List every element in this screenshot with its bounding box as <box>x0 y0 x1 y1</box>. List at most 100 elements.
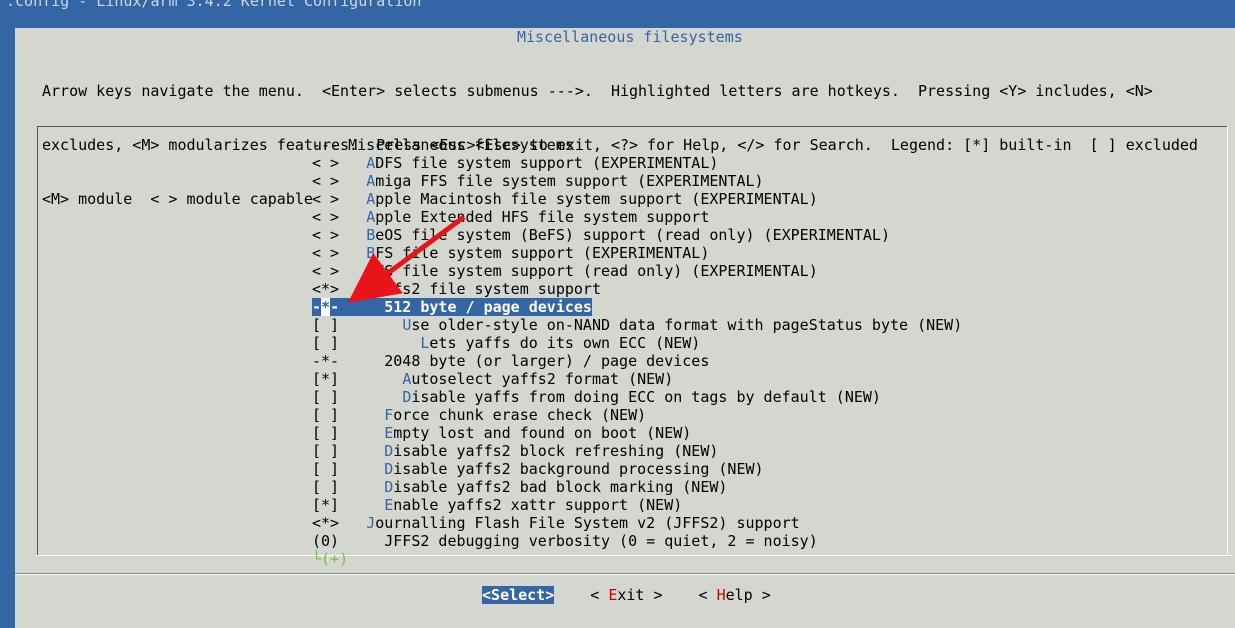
button-prefix: < <box>590 586 609 604</box>
menu-item-label: isable yaffs2 background processing (NEW… <box>393 460 764 478</box>
menu-box-bottom-edge <box>37 555 1232 556</box>
menu-item-label: pple Macintosh file system support (EXPE… <box>375 190 818 208</box>
menu-item-hotkey: y <box>366 280 376 298</box>
menu-item-label: isable yaffs2 bad block marking (NEW) <box>393 478 728 496</box>
menu-item[interactable]: [ ] Disable yaffs2 bad block marking (NE… <box>312 478 962 496</box>
menu-item[interactable]: --- Miscellaneous filesystems <box>312 136 962 154</box>
menu-item[interactable]: [ ] Force chunk erase check (NEW) <box>312 406 962 424</box>
menu-item[interactable]: < > BFS file system support (EXPERIMENTA… <box>312 244 962 262</box>
menu-item-state[interactable]: [ ] <box>312 460 339 478</box>
menuconfig-dialog: Miscellaneous filesystems Arrow keys nav… <box>15 28 1235 628</box>
button-suffix: > <box>752 586 771 604</box>
menu-item-label: FS file system support (EXPERIMENTAL) <box>375 244 710 262</box>
menu-item[interactable]: < > EFS file system support (read only) … <box>312 262 962 280</box>
menu-item-hotkey: U <box>402 316 412 334</box>
menu-item-state[interactable]: <*> <box>312 280 339 298</box>
menu-item-state[interactable]: [ ] <box>312 406 339 424</box>
menu-box-right-edge <box>1227 126 1228 556</box>
button-hotkey: S <box>491 586 501 604</box>
menu-item-state[interactable]: [*] <box>312 370 339 388</box>
menu-item-hotkey: J <box>366 514 376 532</box>
window-title: .config - Linux/arm 3.4.2 Kernel Configu… <box>6 0 422 10</box>
menu-item-hotkey: B <box>366 244 376 262</box>
menu-item[interactable]: [ ] Lets yaffs do its own ECC (NEW) <box>312 334 962 352</box>
menu-item-indent <box>339 244 366 262</box>
menu-item-hotkey: D <box>384 460 394 478</box>
menu-item-state[interactable]: <*> <box>312 514 339 532</box>
menu-item-indent <box>339 496 384 514</box>
menu-item-state[interactable]: < > <box>312 190 339 208</box>
menu-item[interactable]: [*] Enable yaffs2 xattr support (NEW) <box>312 496 962 514</box>
menu-item-label: DFS file system support (EXPERIMENTAL) <box>375 154 719 172</box>
button-help[interactable]: < Help > <box>699 586 771 604</box>
menu-item-state[interactable]: (0) <box>312 532 339 550</box>
menu-item-hotkey: A <box>366 154 376 172</box>
menu-item-state[interactable]: --- <box>312 136 339 154</box>
menu-item-state[interactable]: [ ] <box>312 478 339 496</box>
menu-item-indent <box>339 352 384 370</box>
menu-item-state[interactable]: < > <box>312 208 339 226</box>
menu-item[interactable]: < > BeOS file system (BeFS) support (rea… <box>312 226 962 244</box>
menu-item-state[interactable]: [ ] <box>312 316 339 334</box>
menu-item[interactable]: [ ] Disable yaffs2 block refreshing (NEW… <box>312 442 962 460</box>
menu-item-hotkey: B <box>366 226 376 244</box>
more-items-indicator: └(+) <box>312 550 349 568</box>
menu-item-indent <box>339 316 402 334</box>
menu-item-state[interactable]: < > <box>312 244 339 262</box>
menu-item[interactable]: [ ] Empty lost and found on boot (NEW) <box>312 424 962 442</box>
menu-item-label: 2048 byte (or larger) / page devices <box>384 352 710 370</box>
button-select[interactable]: <Select> <box>482 586 555 604</box>
menu-item-indent <box>339 208 366 226</box>
button-prefix: < <box>482 586 492 604</box>
menu-item-state[interactable]: < > <box>312 226 339 244</box>
button-exit[interactable]: < Exit > <box>590 586 662 604</box>
menu-item-state[interactable]: < > <box>312 154 339 172</box>
menu-item-state[interactable]: -*- <box>312 298 339 316</box>
help-line: Arrow keys navigate the menu. <Enter> se… <box>42 82 1153 100</box>
button-hotkey: H <box>716 586 726 604</box>
menu-item-label: 512 byte / page devices <box>384 298 592 316</box>
menu-item[interactable]: [ ] Disable yaffs2 background processing… <box>312 460 962 478</box>
button-rest: xit <box>617 586 645 604</box>
menu-item-label: nable yaffs2 xattr support (NEW) <box>393 496 683 514</box>
button-hotkey: E <box>608 586 618 604</box>
menu-item[interactable]: (0) JFFS2 debugging verbosity (0 = quiet… <box>312 532 962 550</box>
menu-item[interactable]: < > Apple Macintosh file system support … <box>312 190 962 208</box>
divider <box>15 574 1235 575</box>
menu-item-label: JFFS2 debugging verbosity (0 = quiet, 2 … <box>384 532 818 550</box>
menu-item-state[interactable]: < > <box>312 172 339 190</box>
menu-item[interactable]: < > ADFS file system support (EXPERIMENT… <box>312 154 962 172</box>
button-prefix: < <box>698 586 717 604</box>
button-rest: elp <box>725 586 753 604</box>
menu-item[interactable]: <*> yaffs2 file system support <box>312 280 962 298</box>
menu-item-indent <box>339 136 348 154</box>
menu-item-indent <box>339 532 384 550</box>
menu-item-indent <box>339 226 366 244</box>
menu-item-indent <box>339 280 366 298</box>
menu-item[interactable]: [*] Autoselect yaffs2 format (NEW) <box>312 370 962 388</box>
menu-item-indent <box>339 262 366 280</box>
menu-item-state[interactable]: [ ] <box>312 424 339 442</box>
menu-item-state[interactable]: -*- <box>312 352 339 370</box>
menu-item[interactable]: < > Amiga FFS file system support (EXPER… <box>312 172 962 190</box>
menu-item-indent <box>339 190 366 208</box>
menu-item[interactable]: < > Apple Extended HFS file system suppo… <box>312 208 962 226</box>
menu-item-label: ets yaffs do its own ECC (NEW) <box>429 334 701 352</box>
menu-item-hotkey: A <box>402 370 412 388</box>
button-rest: elect <box>500 586 546 604</box>
button-suffix: > <box>644 586 663 604</box>
menu-item[interactable]: -*- 2048 byte (or larger) / page devices <box>312 352 962 370</box>
menu-item-label: FS file system support (read only) (EXPE… <box>375 262 818 280</box>
menu-item-hotkey: A <box>366 172 376 190</box>
menu-item-selected[interactable]: -*- 512 byte / page devices <box>312 298 592 316</box>
menu-item[interactable]: [ ] Disable yaffs from doing ECC on tags… <box>312 388 962 406</box>
cursor-icon: * <box>321 298 331 316</box>
menu-item-state[interactable]: [*] <box>312 496 339 514</box>
menu-item-label: ournalling Flash File System v2 (JFFS2) … <box>375 514 800 532</box>
menu-item[interactable]: [ ] Use older-style on-NAND data format … <box>312 316 962 334</box>
menu-item[interactable]: <*> Journalling Flash File System v2 (JF… <box>312 514 962 532</box>
menu-item-state[interactable]: [ ] <box>312 388 339 406</box>
menu-item-state[interactable]: [ ] <box>312 334 339 352</box>
menu-item-state[interactable]: < > <box>312 262 339 280</box>
menu-item-state[interactable]: [ ] <box>312 442 339 460</box>
